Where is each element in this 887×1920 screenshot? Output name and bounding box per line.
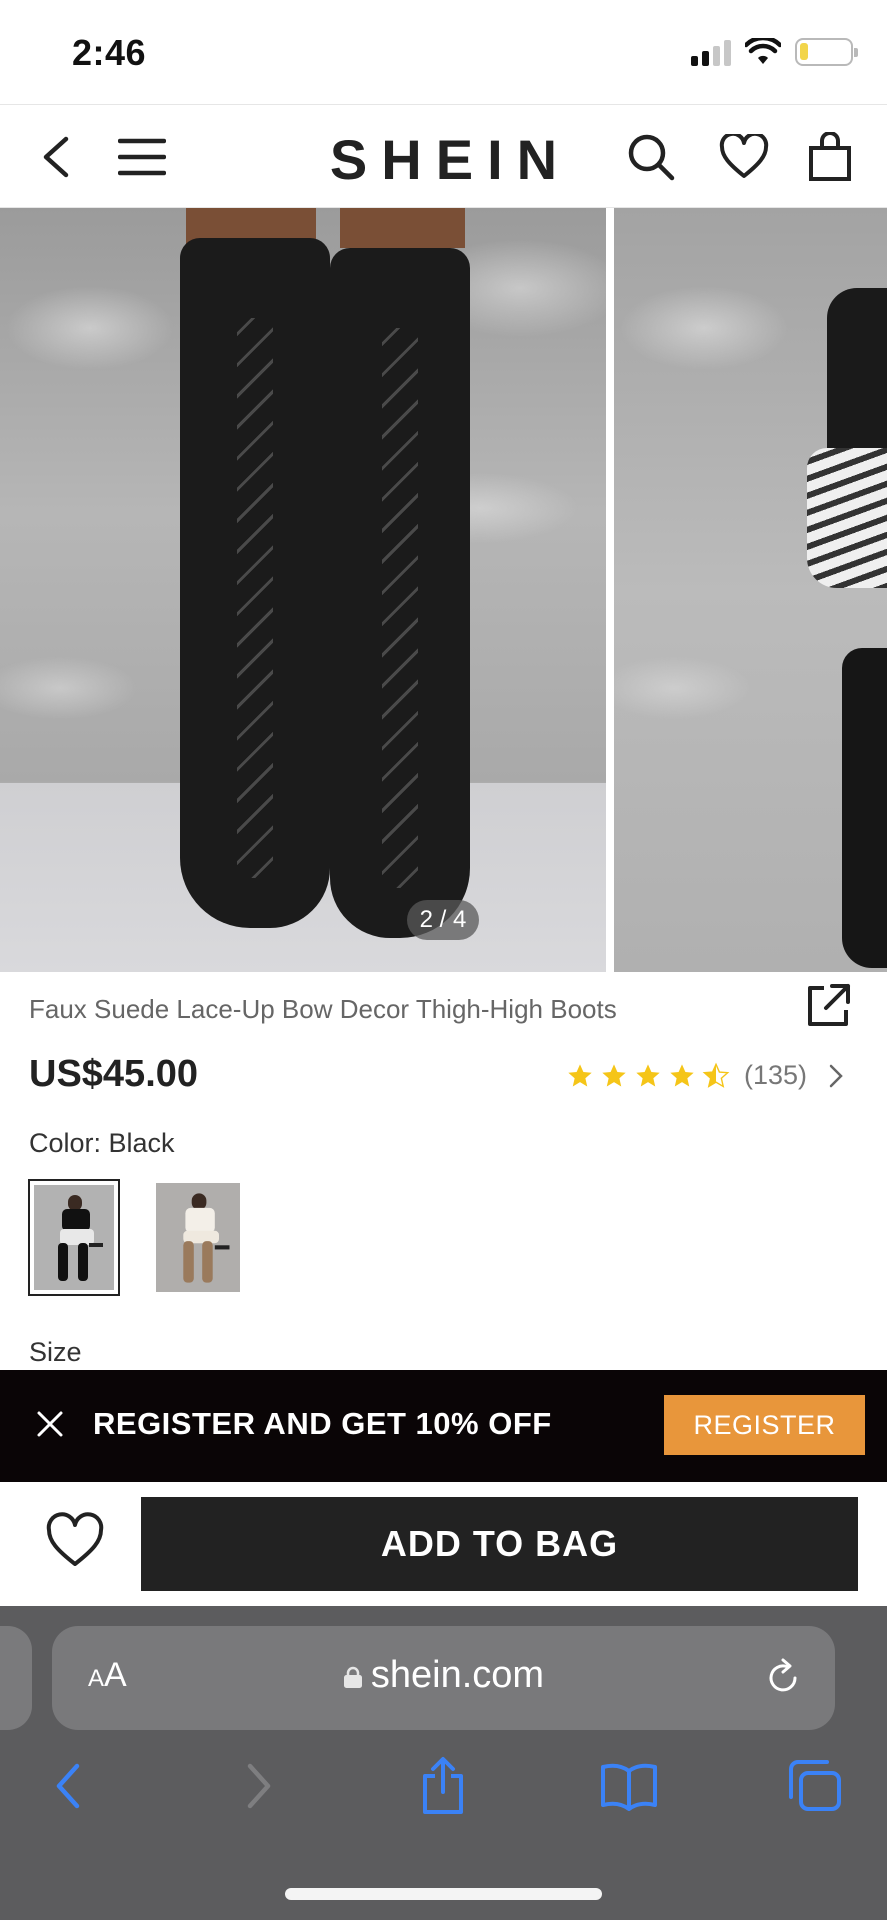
browser-forward-icon[interactable] (227, 1754, 291, 1818)
product-action-bar: ADD TO BAG (0, 1482, 887, 1606)
swatch-brown-thumbnail (156, 1183, 240, 1292)
battery-icon (795, 38, 858, 66)
tabs-icon[interactable] (783, 1754, 847, 1818)
url-text[interactable]: shein.com (52, 1654, 835, 1697)
browser-toolbar (0, 1754, 887, 1834)
browser-back-icon[interactable] (36, 1754, 100, 1818)
reload-icon[interactable] (761, 1656, 805, 1700)
add-to-wishlist-heart-icon[interactable] (45, 1512, 105, 1572)
star-icon (568, 1063, 592, 1086)
product-image-current[interactable] (0, 208, 606, 972)
add-to-bag-button[interactable]: ADD TO BAG (141, 1497, 858, 1591)
previous-tab-preview[interactable] (0, 1626, 32, 1730)
register-button[interactable]: REGISTER (664, 1395, 865, 1455)
status-icons (691, 38, 858, 66)
wishlist-heart-icon[interactable] (716, 129, 772, 185)
color-swatch-brown[interactable] (152, 1179, 244, 1296)
search-icon[interactable] (623, 129, 679, 185)
half-star-icon (702, 1062, 730, 1088)
share-icon[interactable] (804, 982, 852, 1030)
star-icon (602, 1063, 626, 1086)
bookmarks-icon[interactable] (597, 1754, 661, 1818)
browser-chrome: AA shein.com (0, 1606, 887, 1920)
color-swatch-black[interactable] (28, 1179, 120, 1296)
chevron-right-icon (829, 1064, 843, 1087)
wifi-icon (745, 38, 781, 64)
color-label: Color: Black (29, 1128, 175, 1158)
size-label: Size (29, 1337, 82, 1367)
boot-left-image (180, 238, 330, 928)
rating-stars (566, 1062, 730, 1090)
address-bar[interactable]: AA shein.com (52, 1626, 835, 1730)
lock-icon (343, 1666, 362, 1688)
swatch-black-thumbnail (34, 1185, 114, 1290)
home-indicator[interactable] (285, 1888, 602, 1900)
star-icon (636, 1063, 660, 1086)
star-icon (670, 1063, 694, 1086)
boot-right-image (330, 248, 470, 938)
status-bar: 2:46 (0, 0, 887, 104)
product-image-next[interactable] (614, 208, 887, 972)
rating-count: (135) (743, 1060, 807, 1090)
cellular-signal-icon (691, 38, 731, 66)
site-header: SHEIN (0, 104, 887, 208)
product-title: Faux Suede Lace-Up Bow Decor Thigh-High … (29, 994, 617, 1024)
image-pager-indicator: 2 / 4 (407, 900, 479, 940)
shopping-bag-icon[interactable] (802, 129, 858, 185)
close-icon[interactable] (34, 1408, 66, 1440)
share-sheet-icon[interactable] (411, 1754, 475, 1818)
register-promo-banner: REGISTER AND GET 10% OFF REGISTER (0, 1370, 887, 1482)
register-promo-text: REGISTER AND GET 10% OFF (93, 1406, 552, 1441)
product-price: US$45.00 (29, 1053, 199, 1095)
product-rating[interactable]: (135) (566, 1060, 847, 1091)
product-image-gallery[interactable]: 2 / 4 (0, 208, 887, 972)
status-time: 2:46 (72, 32, 147, 73)
